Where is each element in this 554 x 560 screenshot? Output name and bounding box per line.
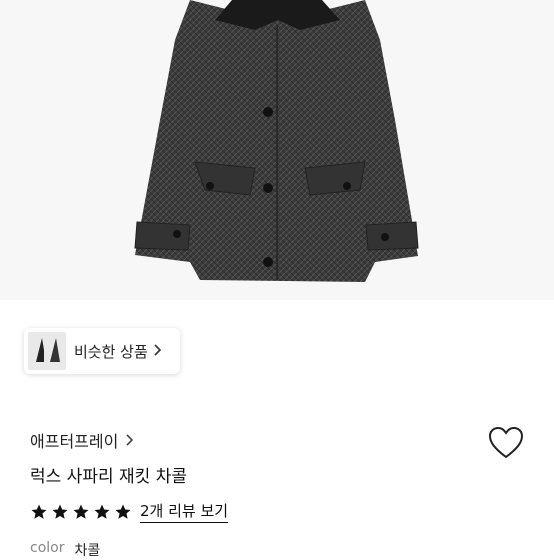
similar-thumbnails	[28, 328, 68, 374]
color-row: color 차콜	[30, 540, 100, 560]
chevron-right-icon	[154, 342, 162, 360]
star-icon	[94, 504, 110, 519]
star-icon	[52, 504, 68, 519]
chevron-right-icon	[126, 431, 134, 450]
color-value: 차콜	[74, 543, 101, 559]
wishlist-button[interactable]	[488, 426, 524, 460]
rating-row: 2개 리뷰 보기	[30, 500, 229, 523]
similar-thumbnail	[44, 332, 66, 370]
rating-stars	[30, 503, 132, 521]
similar-products-button[interactable]: 비슷한 상품	[24, 328, 180, 374]
review-link[interactable]: 2개 리뷰 보기	[140, 500, 229, 523]
product-title: 럭스 사파리 재킷 차콜	[30, 467, 187, 487]
star-icon	[31, 504, 47, 519]
brand-link[interactable]: 애프터프레이	[30, 428, 134, 452]
jacket-illustration	[134, 0, 419, 282]
similar-products-label: 비슷한 상품	[74, 342, 148, 361]
color-label: color	[30, 540, 65, 556]
star-icon	[73, 504, 89, 519]
heart-icon	[488, 426, 524, 459]
star-icon	[115, 504, 131, 519]
product-image[interactable]	[0, 0, 554, 300]
brand-name: 애프터프레이	[30, 432, 119, 451]
